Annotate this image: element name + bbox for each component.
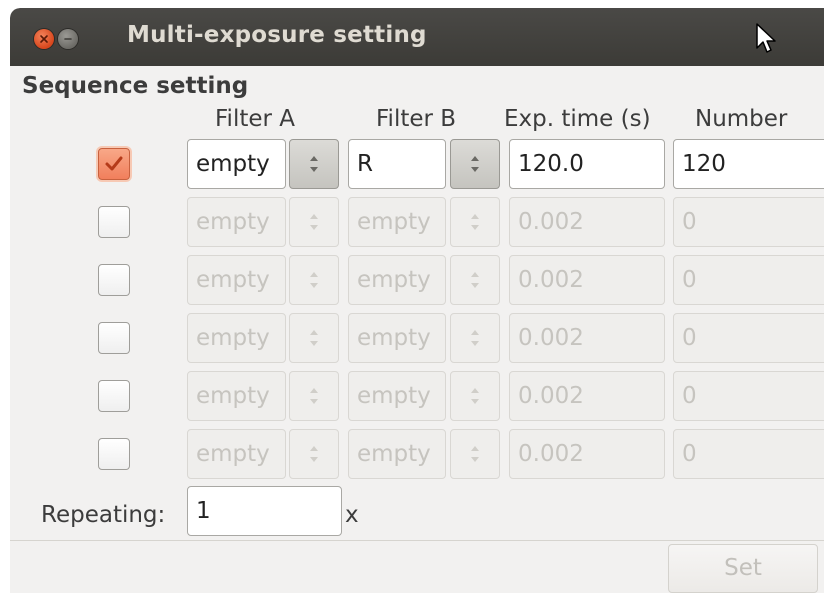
filter-a-header: Filter A — [215, 106, 296, 132]
row-checkbox[interactable] — [98, 206, 130, 238]
exp-time-input[interactable]: 0.002 — [509, 255, 665, 305]
row-checkbox[interactable] — [98, 322, 130, 354]
filter-a-spin-button[interactable] — [289, 371, 339, 421]
exp-time-input[interactable]: 0.002 — [509, 197, 665, 247]
filter-a-spin-button[interactable] — [289, 429, 339, 479]
repeating-input[interactable]: 1 — [187, 486, 342, 536]
filter-b-combo[interactable]: empty — [348, 429, 446, 479]
spin-arrows-icon — [471, 156, 479, 172]
filter-a-combo[interactable]: empty — [187, 139, 286, 189]
exp-time-input[interactable]: 0.002 — [509, 371, 665, 421]
filter-b-spin-button[interactable] — [450, 371, 500, 421]
exp-time-input[interactable]: 0.002 — [509, 429, 665, 479]
filter-b-spin-button[interactable] — [450, 139, 500, 189]
filter-a-combo[interactable]: empty — [187, 313, 286, 363]
spin-arrows-icon — [310, 330, 318, 346]
number-input[interactable]: 0 — [673, 429, 824, 479]
exp-time-header: Exp. time (s) — [504, 106, 651, 132]
row-checkbox[interactable] — [98, 148, 130, 180]
row-checkbox[interactable] — [98, 380, 130, 412]
filter-a-spin-button[interactable] — [289, 197, 339, 247]
filter-a-spin-button[interactable] — [289, 255, 339, 305]
filter-a-combo[interactable]: empty — [187, 255, 286, 305]
row-checkbox[interactable] — [98, 438, 130, 470]
spin-arrows-icon — [310, 446, 318, 462]
filter-b-combo[interactable]: empty — [348, 313, 446, 363]
separator — [10, 540, 824, 541]
filter-b-header: Filter B — [376, 106, 457, 132]
filter-b-combo[interactable]: R — [348, 139, 446, 189]
checkmark-icon — [105, 156, 123, 171]
filter-a-spin-button[interactable] — [289, 313, 339, 363]
spin-arrows-icon — [471, 446, 479, 462]
filter-b-combo[interactable]: empty — [348, 371, 446, 421]
number-input[interactable]: 0 — [673, 255, 824, 305]
title-bar: Multi-exposure setting — [10, 8, 824, 66]
set-button[interactable]: Set — [668, 544, 818, 593]
window-title: Multi-exposure setting — [127, 22, 427, 48]
filter-b-combo[interactable]: empty — [348, 197, 446, 247]
number-input[interactable]: 0 — [673, 197, 824, 247]
number-header: Number — [695, 106, 788, 132]
minimize-button[interactable] — [58, 29, 78, 49]
spin-arrows-icon — [310, 272, 318, 288]
filter-a-combo[interactable]: empty — [187, 429, 286, 479]
repeating-suffix: x — [345, 502, 359, 528]
spin-arrows-icon — [471, 214, 479, 230]
filter-b-spin-button[interactable] — [450, 313, 500, 363]
filter-b-spin-button[interactable] — [450, 255, 500, 305]
spin-arrows-icon — [310, 156, 318, 172]
spin-arrows-icon — [471, 272, 479, 288]
spin-arrows-icon — [471, 388, 479, 404]
repeating-label: Repeating: — [41, 502, 166, 528]
number-input[interactable]: 0 — [673, 371, 824, 421]
multi-exposure-window: Multi-exposure setting Sequence setting … — [10, 8, 824, 593]
close-icon — [40, 35, 48, 43]
number-input[interactable]: 120 — [673, 139, 824, 189]
spin-arrows-icon — [471, 330, 479, 346]
exp-time-input[interactable]: 0.002 — [509, 313, 665, 363]
filter-a-combo[interactable]: empty — [187, 197, 286, 247]
sequence-setting-frame-label: Sequence setting — [22, 73, 249, 99]
filter-b-spin-button[interactable] — [450, 429, 500, 479]
row-checkbox[interactable] — [98, 264, 130, 296]
exp-time-input[interactable]: 120.0 — [509, 139, 665, 189]
filter-a-spin-button[interactable] — [289, 139, 339, 189]
close-button[interactable] — [34, 29, 54, 49]
filter-a-combo[interactable]: empty — [187, 371, 286, 421]
minimize-icon — [64, 38, 72, 40]
filter-b-spin-button[interactable] — [450, 197, 500, 247]
spin-arrows-icon — [310, 388, 318, 404]
spin-arrows-icon — [310, 214, 318, 230]
number-input[interactable]: 0 — [673, 313, 824, 363]
mouse-pointer-icon — [756, 23, 776, 53]
filter-b-combo[interactable]: empty — [348, 255, 446, 305]
